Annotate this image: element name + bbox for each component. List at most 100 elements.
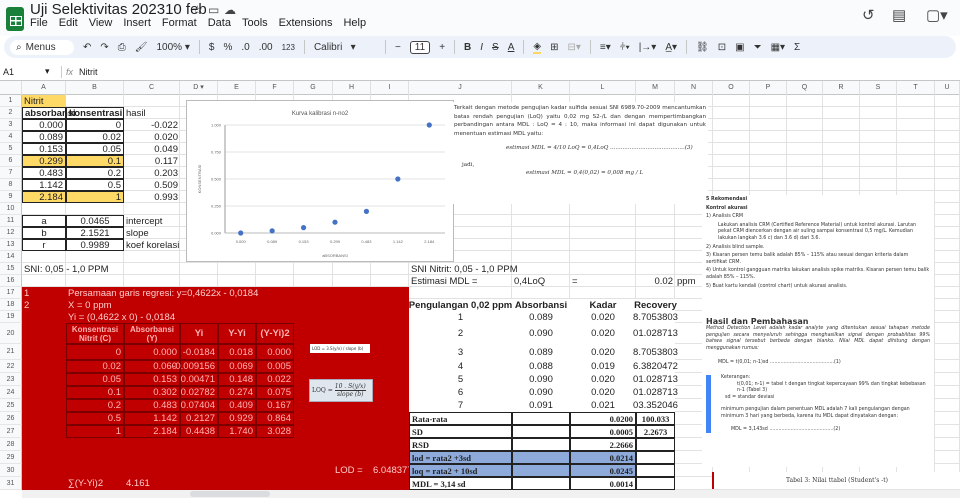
cell-b23[interactable]: 0.05 [66,373,124,386]
menu-help[interactable]: Help [343,17,366,29]
font-size-decrease[interactable]: − [395,42,401,53]
cell-c23[interactable]: 0.153 [124,373,180,386]
cell-l29[interactable]: 0.0214 [570,451,636,464]
cell-a4[interactable]: 0.089 [22,131,66,143]
cell-c9[interactable]: 0.993 [124,191,180,203]
cell-l23[interactable]: 0.020 [570,373,636,386]
cell-k16[interactable]: 0,4LoQ [512,275,570,287]
row-header-2[interactable]: 2 [0,107,22,119]
cell-l16[interactable]: = [570,275,636,287]
cell-a13[interactable]: r [22,239,66,251]
font-size-input[interactable]: 11 [409,40,431,54]
menu-view[interactable]: View [89,17,113,29]
cell-j22[interactable]: 4 [409,360,512,373]
cell-c6[interactable]: 0.117 [124,155,180,167]
cell-j29[interactable]: lod = rata2 +3sd [409,451,512,464]
row-header-24[interactable]: 24 [0,386,22,399]
cell-j20[interactable]: 2 [409,323,512,344]
cell-b27[interactable]: 1 [66,425,124,438]
row-header-6[interactable]: 6 [0,155,22,167]
cell-b19[interactable]: Yi = (0,4622 x 0) - 0,0184 [66,311,175,323]
document-title[interactable]: Uji Selektivitas 202310 feb [30,1,207,18]
cell-m28[interactable] [636,438,675,451]
cell-d24[interactable]: 0.02782 [180,386,218,399]
row-header-18[interactable]: 18 [0,299,22,311]
cell-b25[interactable]: 0.2 [66,399,124,412]
cell-a8[interactable]: 1.142 [22,179,66,191]
cell-b18[interactable]: X = 0 ppm [66,299,124,311]
cell-d23[interactable]: 0.00471 [180,373,218,386]
insert-chart-icon[interactable]: ▣ [735,42,744,53]
row-header-16[interactable]: 16 [0,275,22,287]
sheets-logo-icon[interactable] [6,7,24,31]
cell-c11[interactable]: intercept [124,215,180,227]
cell-e23[interactable]: 0.148 [218,373,256,386]
vertical-align-icon[interactable]: ⫩▾ [620,42,630,53]
cell-k23[interactable]: 0.090 [512,373,570,386]
cell-d27[interactable]: 0.4438 [180,425,218,438]
column-header-P[interactable]: P [750,81,787,95]
cell-a11[interactable]: a [22,215,66,227]
column-header-U[interactable]: U [935,81,960,95]
version-history-icon[interactable]: ↺ [862,6,875,24]
column-header-H[interactable]: H [333,81,371,95]
cell-c2[interactable]: hasil [124,107,180,119]
rekomendasi-snippet-image[interactable]: 5 Rekomendasi Kontrol akurasi 1) Analisi… [702,195,934,317]
column-header-S[interactable]: S [860,81,897,95]
row-header-21[interactable]: 21 [0,344,22,360]
cell-k21[interactable]: 0.089 [512,344,570,360]
cell-b22[interactable]: 0.02 [66,360,124,373]
cell-f20[interactable]: (Y-Yi)2 [256,323,294,344]
cell-b12[interactable]: 2.1521 [66,227,124,239]
column-header-E[interactable]: E [218,81,256,95]
column-header-N[interactable]: N [675,81,713,95]
cell-b17[interactable]: Persamaan garis regresi: y=0,4622x - 0,0… [66,287,258,299]
cell-c26[interactable]: 1.142 [124,412,180,425]
italic-button[interactable]: I [480,42,483,53]
cell-b26[interactable]: 0.5 [66,412,124,425]
comments-icon[interactable]: ▤ [892,6,906,24]
star-icon[interactable]: ☆ [192,3,203,17]
menu-tools[interactable]: Tools [242,17,268,29]
cell-m30[interactable] [636,464,675,477]
formula-input[interactable]: Nitrit [79,67,98,77]
cell-l20[interactable]: 0.020 [570,323,636,344]
cell-m23[interactable]: 01.028713 [633,373,678,386]
menu-insert[interactable]: Insert [123,17,151,29]
filter-icon[interactable]: ⏷ [754,42,762,53]
cell-f27[interactable]: 3.028 [256,425,294,438]
cell-j27[interactable]: SD [409,425,512,438]
row-header-7[interactable]: 7 [0,167,22,179]
cell-j18[interactable]: Pengulangan 0,02 ppm [409,299,512,311]
cell-b6[interactable]: 0.1 [66,155,124,167]
column-header-O[interactable]: O [713,81,750,95]
percent-button[interactable]: % [223,42,232,53]
text-wrap-icon[interactable]: |→▾ [639,42,657,53]
column-header-I[interactable]: I [371,81,409,95]
cell-k28[interactable] [512,438,570,451]
cell-e22[interactable]: 0.069 [218,360,256,373]
cell-d22[interactable]: -0.009156 [172,360,218,373]
row-header-1[interactable]: 1 [0,95,22,107]
cell-b21[interactable]: 0 [66,344,124,360]
cell-l18[interactable]: Kadar [570,299,636,311]
cell-h30[interactable]: LOD = [333,464,371,477]
cell-b20[interactable]: Konsentrasi Nitrit (C) [66,323,124,344]
cell-l31[interactable]: 0.0014 [570,477,636,490]
cell-f26[interactable]: 0.864 [256,412,294,425]
cell-j25[interactable]: 7 [409,399,512,412]
cell-a6[interactable]: 0.299 [22,155,66,167]
cell-d25[interactable]: 0.07404 [180,399,218,412]
name-box-dropdown-icon[interactable]: ▾ [45,66,57,77]
name-box[interactable]: A1 [0,67,45,77]
font-select[interactable]: Calibri ▾ [314,42,376,53]
row-header-25[interactable]: 25 [0,399,22,412]
cell-a2[interactable]: absorbansi [22,107,76,119]
row-header-28[interactable]: 28 [0,438,22,451]
cell-l26[interactable]: 0.0200 [570,412,636,425]
cell-m22[interactable]: 6.3820472 [633,360,678,373]
cell-j28[interactable]: RSD [409,438,512,451]
cell-e21[interactable]: 0.018 [218,344,256,360]
zoom-select[interactable]: 100% ▾ [156,42,189,53]
row-header-23[interactable]: 23 [0,373,22,386]
